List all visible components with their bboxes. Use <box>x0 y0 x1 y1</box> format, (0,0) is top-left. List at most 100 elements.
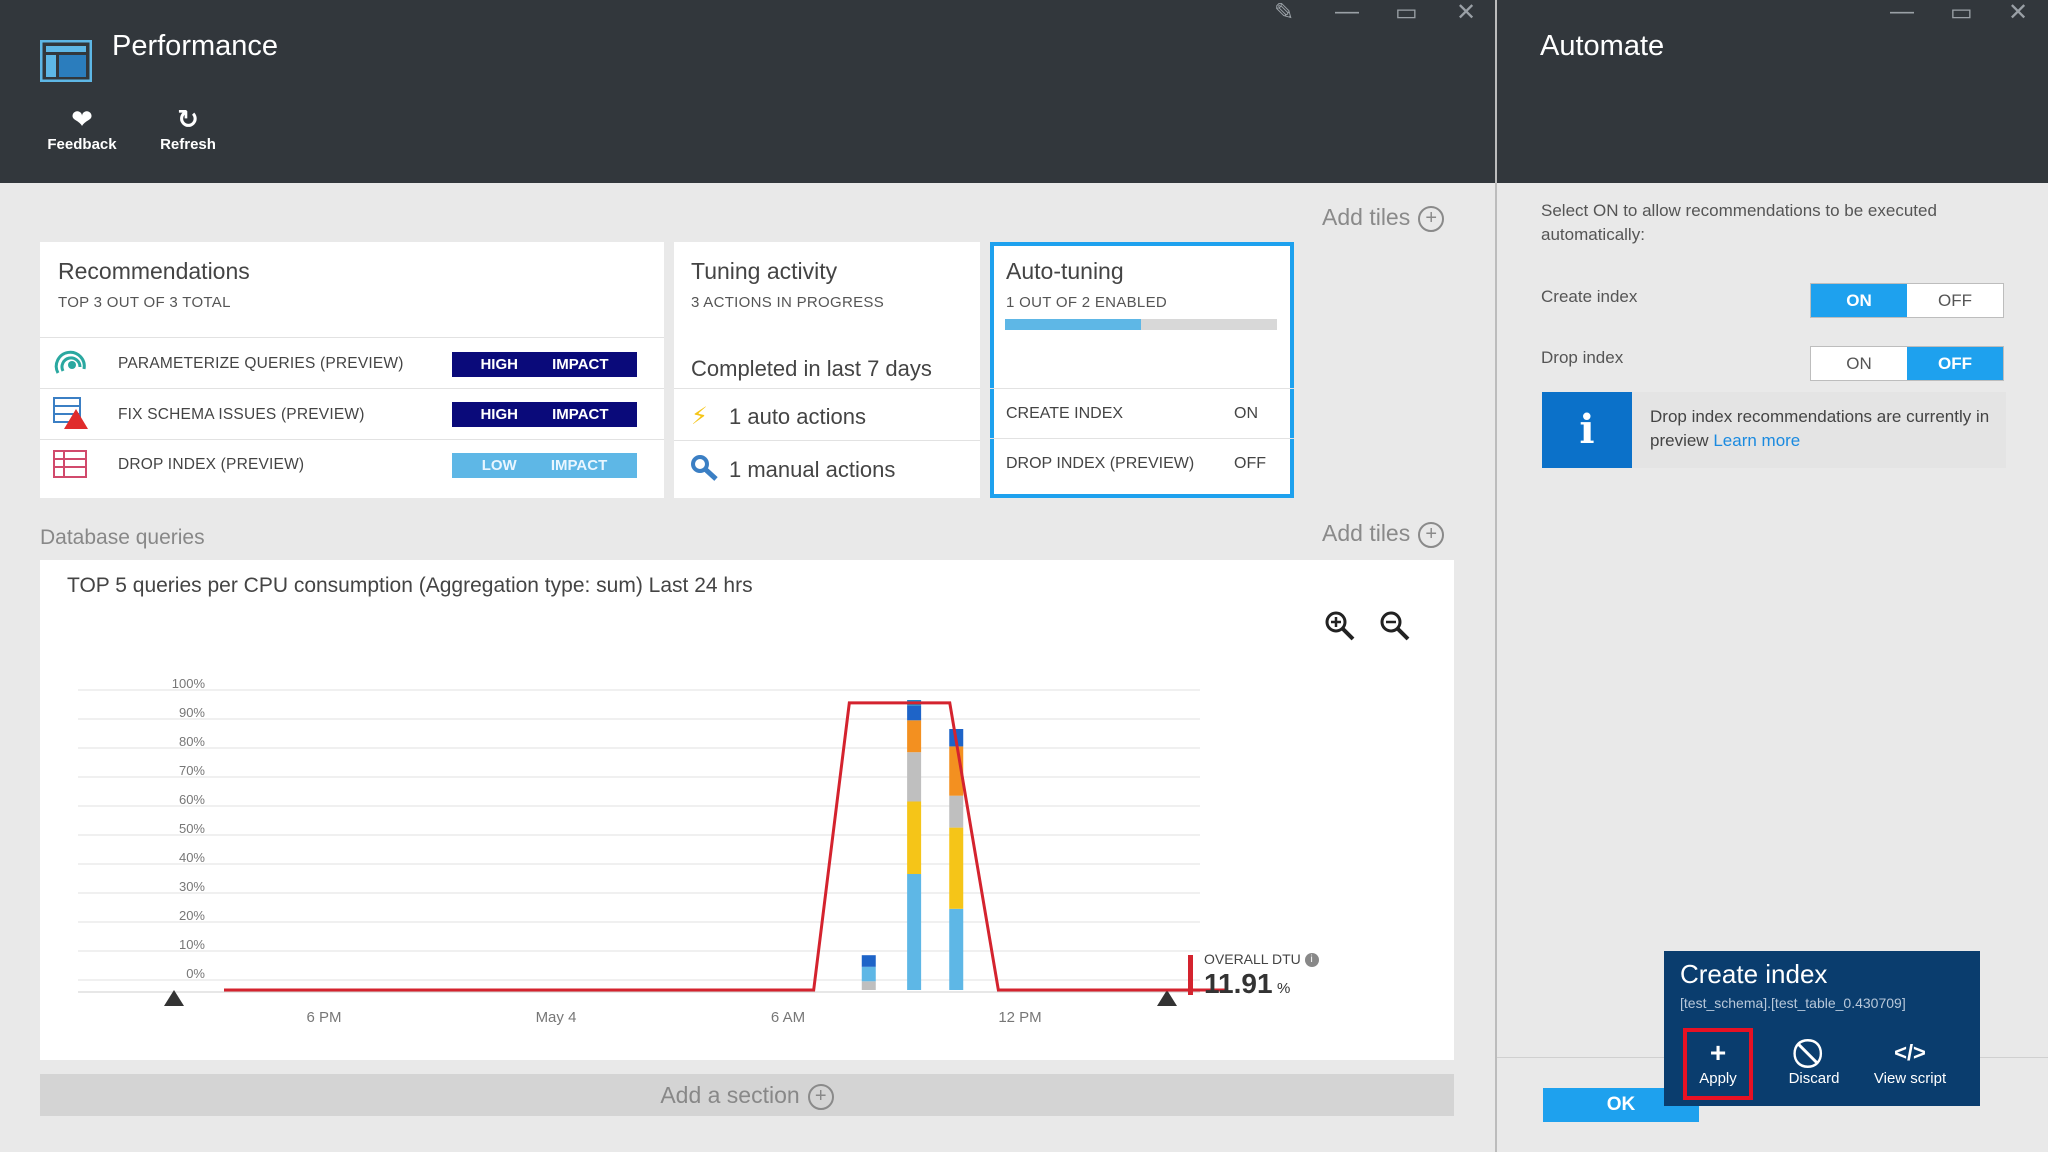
apply-button[interactable]: + Apply <box>1678 1036 1758 1087</box>
impact-badge: LOW IMPACT <box>452 453 637 478</box>
discard-button[interactable]: ⃠ Discard <box>1774 1036 1854 1087</box>
impact-badge: HIGH IMPACT <box>452 352 637 377</box>
recommendations-title: Recommendations <box>58 258 250 284</box>
info-icon: i <box>1542 392 1632 468</box>
tuning-subtitle: 3 ACTIONS IN PROGRESS <box>691 294 885 311</box>
bar-segment <box>949 827 964 909</box>
bar-segment <box>907 705 922 721</box>
parameterize-icon <box>54 350 86 374</box>
learn-more-link[interactable]: Learn more <box>1713 431 1800 450</box>
overall-dtu-label: OVERALL DTU i <box>1204 951 1319 968</box>
create-index-label: CREATE INDEX <box>1006 405 1124 422</box>
bar-segment <box>907 720 922 753</box>
add-circle-icon: + <box>1418 521 1445 548</box>
automate-header <box>1497 0 2048 183</box>
y-tick-label: 90% <box>179 705 205 720</box>
list-item[interactable]: PARAMETERIZE QUERIES (PREVIEW) <box>118 355 404 373</box>
info-text: Drop index recommendations are currently… <box>1650 407 1990 450</box>
refresh-button[interactable]: ↻ Refresh <box>143 104 233 153</box>
popup-subtitle: [test_schema].[test_table_0.430709] <box>1680 995 1906 1011</box>
row-divider <box>674 388 980 389</box>
schema-warning-icon <box>53 397 88 429</box>
page-title: Performance <box>112 30 279 62</box>
list-item[interactable]: DROP INDEX (PREVIEW) <box>118 456 304 474</box>
popup-title: Create index <box>1680 959 1828 989</box>
plus-icon: + <box>1709 1037 1727 1068</box>
bar-segment <box>861 981 876 990</box>
add-circle-icon: + <box>807 1083 834 1110</box>
drop-index-icon <box>53 450 87 478</box>
bar-segment <box>861 955 876 967</box>
overall-dtu-line <box>224 701 1226 992</box>
bar-segment <box>861 966 876 982</box>
y-tick-label: 20% <box>179 908 205 923</box>
maximize-icon[interactable]: ▭ <box>1395 0 1418 27</box>
y-tick-label: 100% <box>172 676 206 691</box>
y-tick-label: 10% <box>179 937 205 952</box>
view-script-button[interactable]: </> View script <box>1870 1036 1950 1087</box>
wrench-icon <box>691 455 718 481</box>
bar-segment <box>949 908 964 990</box>
row-divider <box>674 440 980 441</box>
x-tick-label: 6 PM <box>306 1009 341 1026</box>
y-tick-label: 0% <box>186 966 205 981</box>
create-index-value: ON <box>1234 405 1258 422</box>
manual-actions: 1 manual actions <box>729 457 896 482</box>
recommendations-subtitle: TOP 3 OUT OF 3 TOTAL <box>58 294 231 311</box>
minimize-icon[interactable]: — <box>1335 0 1359 26</box>
auto-tuning-tile[interactable]: Auto-tuning 1 OUT OF 2 ENABLED CREATE IN… <box>990 242 1294 498</box>
performance-dashboard-icon <box>40 40 92 82</box>
drop-index-off[interactable]: OFF <box>1907 347 2003 380</box>
add-tiles-button[interactable]: Add tiles + <box>1322 204 1445 232</box>
info-icon[interactable]: i <box>1304 953 1319 968</box>
automate-title: Automate <box>1540 30 1665 62</box>
feedback-button[interactable]: ❤ Feedback <box>37 104 127 153</box>
create-index-popup: Create index [test_schema].[test_table_0… <box>1664 951 1980 1106</box>
auto-actions: 1 auto actions <box>729 404 866 429</box>
maximize-icon[interactable]: ▭ <box>1950 0 1973 27</box>
create-index-on[interactable]: ON <box>1811 284 1907 317</box>
tuning-activity-tile[interactable]: Tuning activity 3 ACTIONS IN PROGRESS Co… <box>674 242 980 498</box>
x-tick-label: May 4 <box>536 1009 577 1026</box>
row-divider <box>990 438 1294 439</box>
add-section-button[interactable]: Add a section + <box>40 1074 1454 1116</box>
bar-segment <box>907 752 922 802</box>
row-divider <box>40 439 664 440</box>
create-index-off[interactable]: OFF <box>1907 284 2003 317</box>
dtu-marker <box>1188 955 1193 995</box>
completed-label: Completed in last 7 days <box>691 356 932 381</box>
impact-badge: HIGH IMPACT <box>452 402 637 427</box>
info-box: i Drop index recommendations are current… <box>1542 392 2006 468</box>
performance-header <box>0 0 1495 183</box>
y-tick-label: 80% <box>179 734 205 749</box>
y-tick-label: 40% <box>179 850 205 865</box>
blade-divider <box>1495 0 1497 1152</box>
add-tiles-button[interactable]: Add tiles + <box>1322 520 1445 548</box>
section-title: Database queries <box>40 526 205 549</box>
chart-card[interactable]: TOP 5 queries per CPU consumption (Aggre… <box>40 560 1454 1060</box>
overall-dtu-value: 11.91 % <box>1204 968 1291 999</box>
x-tick-label: 6 AM <box>771 1009 805 1026</box>
recommendations-tile[interactable]: Recommendations TOP 3 OUT OF 3 TOTAL PAR… <box>40 242 664 498</box>
lightning-icon: ⚡ <box>691 403 708 430</box>
drop-index-setting-label: Drop index <box>1541 348 1624 367</box>
automate-description: Select ON to allow recommendations to be… <box>1541 201 1937 244</box>
list-item[interactable]: FIX SCHEMA ISSUES (PREVIEW) <box>118 406 365 424</box>
drop-index-label: DROP INDEX (PREVIEW) <box>1006 455 1195 472</box>
y-tick-label: 30% <box>179 879 205 894</box>
auto-tuning-subtitle: 1 OUT OF 2 ENABLED <box>1006 294 1168 311</box>
y-tick-label: 50% <box>179 821 205 836</box>
close-icon[interactable]: ✕ <box>1456 0 1476 27</box>
pin-icon[interactable]: ✎ <box>1274 0 1294 27</box>
auto-tuning-title: Auto-tuning <box>1006 258 1124 284</box>
auto-tuning-progress-fill <box>1005 319 1141 330</box>
drop-index-on[interactable]: ON <box>1811 347 1907 380</box>
minimize-icon[interactable]: — <box>1890 0 1914 26</box>
close-icon[interactable]: ✕ <box>2008 0 2028 27</box>
drop-index-toggle[interactable]: ON OFF <box>1810 346 2004 381</box>
create-index-setting-label: Create index <box>1541 287 1638 306</box>
row-divider <box>40 337 664 338</box>
bar-segment <box>949 795 964 828</box>
discard-icon: ⃠ <box>1774 1036 1854 1070</box>
create-index-toggle[interactable]: ON OFF <box>1810 283 2004 318</box>
